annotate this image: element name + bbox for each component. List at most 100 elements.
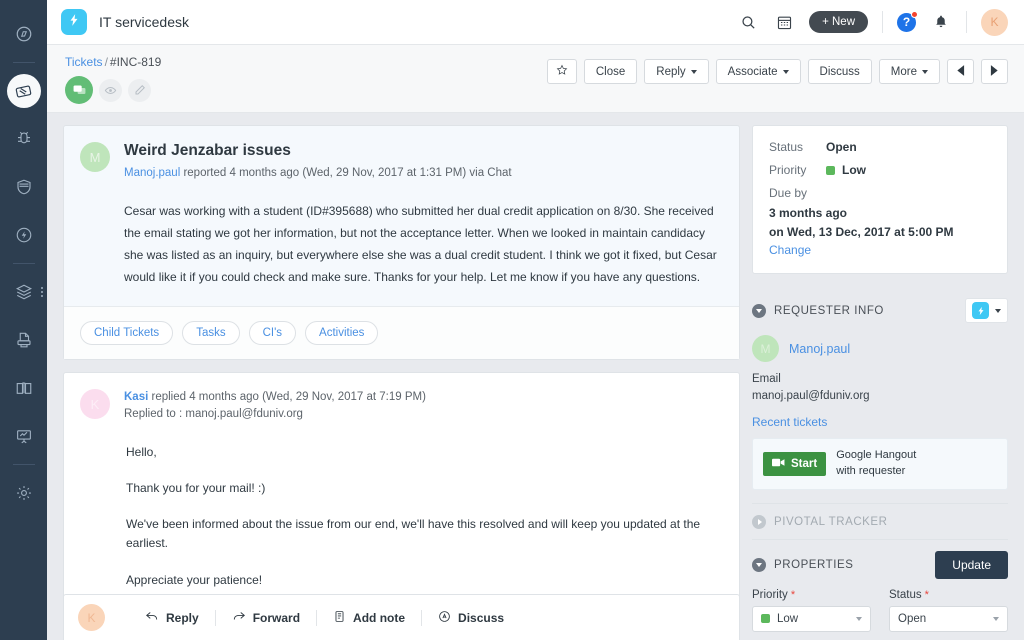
eye-icon[interactable] [99, 79, 122, 102]
chevron-down-icon [752, 558, 766, 572]
reply-label: Reply [656, 66, 685, 78]
pivotal-tracker-title: PIVOTAL TRACKER [774, 516, 887, 528]
lightning-bolt-icon [972, 302, 989, 319]
priority-swatch [761, 614, 770, 623]
discuss-action[interactable]: Discuss [422, 610, 520, 626]
gear-icon [15, 484, 33, 502]
video-camera-icon [772, 457, 785, 471]
status-badge: Open [826, 140, 857, 154]
add-note-action[interactable]: Add note [317, 610, 421, 626]
new-button[interactable]: + New [809, 11, 868, 33]
required-marker: * [788, 589, 795, 601]
pencil-icon[interactable] [128, 79, 151, 102]
reply-button[interactable]: Reply [644, 59, 708, 84]
sidebar-item-admin[interactable] [7, 476, 41, 510]
sidebar-item-changes[interactable] [7, 170, 41, 204]
discuss-button[interactable]: Discuss [808, 59, 872, 84]
left-nav-rail [0, 0, 47, 640]
sidebar-item-releases[interactable] [7, 218, 41, 252]
channel-icons [65, 76, 547, 104]
priority-select[interactable]: Low [752, 606, 871, 632]
hangout-line-1: Google Hangout [836, 448, 916, 464]
requester-info-header[interactable]: REQUESTER INFO [752, 287, 1008, 333]
forward-action[interactable]: Forward [216, 609, 316, 626]
sidebar-item-problems[interactable] [7, 122, 41, 156]
due-by-label: Due by [769, 186, 826, 200]
tab-tasks[interactable]: Tasks [182, 321, 239, 345]
chevron-down-icon [783, 70, 789, 74]
more-button[interactable]: More [879, 59, 940, 84]
priority-value: Low [826, 163, 866, 177]
lightning-circle-icon [15, 226, 33, 244]
pivotal-tracker-header[interactable]: PIVOTAL TRACKER [752, 504, 1008, 539]
product-name: IT servicedesk [99, 14, 189, 30]
overflow-dots-icon[interactable] [41, 285, 43, 299]
description-body: Cesar was working with a student (ID#395… [64, 182, 739, 307]
chat-channel-icon[interactable] [65, 76, 93, 104]
description-header-text: Weird Jenzabar issues Manoj.paul reporte… [124, 142, 512, 182]
chevron-down-icon [922, 70, 928, 74]
bug-icon [15, 130, 33, 148]
ticket-toolbar: Close Reply Associate Discuss More [547, 55, 1008, 84]
requester-name[interactable]: Manoj.paul [789, 342, 850, 356]
requester-row[interactable]: M Manoj.paul [752, 335, 1008, 362]
tab-activities[interactable]: Activities [305, 321, 378, 345]
avatar: K [78, 604, 105, 631]
ticket-icon [14, 82, 33, 101]
breadcrumb-left: Tickets/#INC-819 [65, 55, 547, 104]
avatar: M [80, 142, 110, 172]
hangout-description: Google Hangout with requester [836, 448, 916, 480]
app-logo[interactable] [61, 9, 87, 35]
sidebar-item-solutions[interactable] [7, 371, 41, 405]
next-icon [990, 65, 999, 79]
sidebar-item-purchase-orders[interactable] [7, 323, 41, 357]
properties-header[interactable]: PROPERTIES Update [752, 540, 1008, 589]
change-due-link[interactable]: Change [769, 243, 991, 257]
requester-link[interactable]: Manoj.paul [124, 167, 180, 179]
top-bar-actions: + New ? K [737, 9, 1008, 36]
requester-app-switcher[interactable] [965, 298, 1008, 323]
bell-icon[interactable] [930, 11, 952, 33]
tab-child-tickets[interactable]: Child Tickets [80, 321, 173, 345]
calendar-icon[interactable] [773, 11, 795, 33]
priority-text: Low [842, 163, 866, 177]
start-label: Start [791, 458, 817, 470]
google-hangout-card: Start Google Hangout with requester [752, 438, 1008, 490]
avatar[interactable]: K [981, 9, 1008, 36]
sidebar-item-analytics[interactable] [7, 419, 41, 453]
sidebar-item-assets[interactable] [7, 275, 41, 309]
close-button[interactable]: Close [584, 59, 637, 84]
help-button[interactable]: ? [897, 13, 916, 32]
star-button[interactable] [547, 59, 577, 84]
toolbar-divider [882, 11, 883, 33]
status-select[interactable]: Open [889, 606, 1008, 632]
status-label: Status [769, 140, 826, 154]
breadcrumb-parent-link[interactable]: Tickets [65, 55, 103, 69]
sidebar-row-assets [0, 268, 47, 316]
presentation-chart-icon [15, 427, 33, 445]
recent-tickets-link[interactable]: Recent tickets [752, 415, 1008, 429]
chevron-right-icon [752, 515, 766, 529]
sidebar-item-dashboard[interactable] [7, 17, 41, 51]
status-summary-card: Status Open Priority Low Due by 3 months… [752, 125, 1008, 274]
update-button[interactable]: Update [935, 551, 1008, 579]
hangout-line-2: with requester [836, 464, 916, 480]
due-by-row: Due by [769, 186, 991, 200]
avatar-divider [966, 11, 967, 33]
associate-button[interactable]: Associate [716, 59, 801, 84]
reply-action-bar: K Reply Forward [63, 594, 740, 640]
description-meta-text: reported 4 months ago (Wed, 29 Nov, 2017… [180, 167, 511, 179]
reply-action[interactable]: Reply [129, 609, 215, 626]
sidebar-item-tickets[interactable] [7, 74, 41, 108]
book-icon [15, 379, 33, 397]
start-hangout-button[interactable]: Start [763, 452, 826, 476]
prev-icon [956, 65, 965, 79]
agent-link[interactable]: Kasi [124, 391, 148, 403]
search-icon[interactable] [737, 11, 759, 33]
field-status: Status * Open [889, 589, 1008, 632]
description-header: M Weird Jenzabar issues Manoj.paul repor… [64, 126, 739, 182]
shield-icon [15, 178, 33, 196]
tab-cis[interactable]: CI's [249, 321, 296, 345]
next-ticket-button[interactable] [981, 59, 1008, 84]
prev-ticket-button[interactable] [947, 59, 974, 84]
